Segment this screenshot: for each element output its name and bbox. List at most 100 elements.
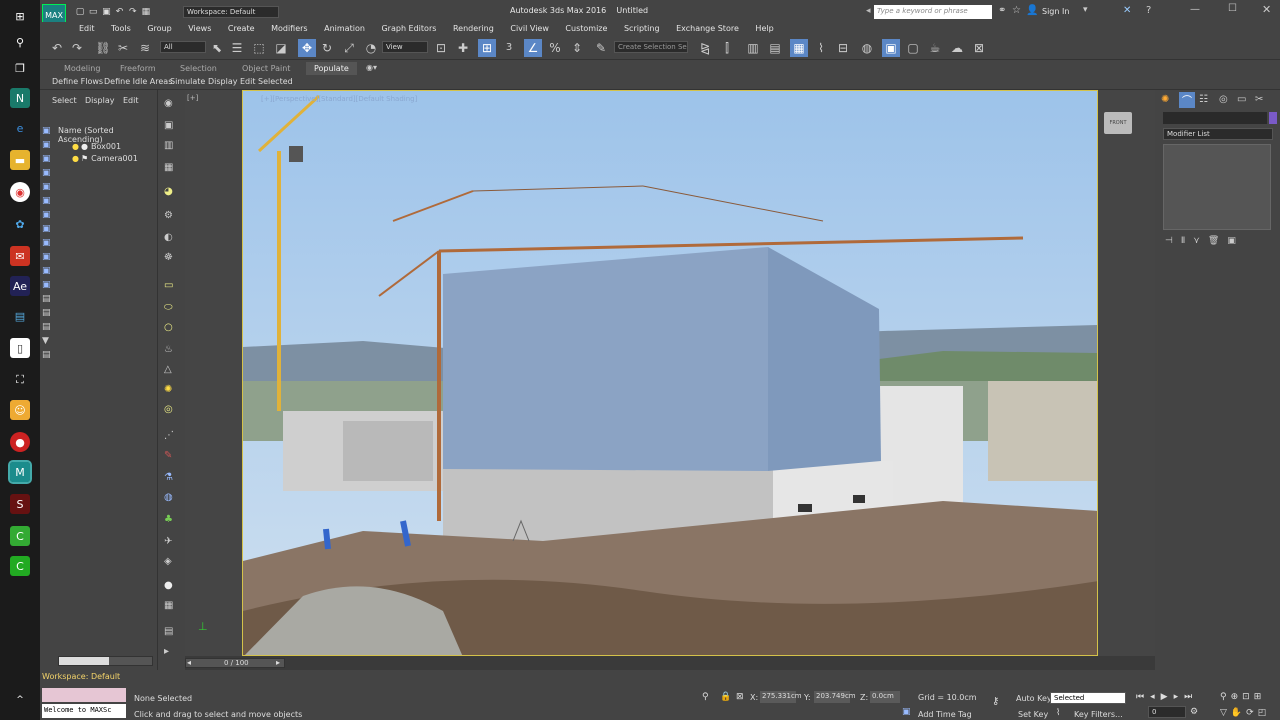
menu-graph-editors[interactable]: Graph Editors [381,22,436,36]
time-slider-next-icon[interactable]: ▸ [276,658,280,667]
pivot-center-icon[interactable]: ⊡ [432,39,450,57]
layout-tab-icon-13[interactable]: △ [164,364,172,375]
lights-filter-icon[interactable]: ▣ [42,196,56,210]
redo-icon[interactable]: ↷ [128,7,138,17]
object-color-swatch[interactable] [1269,112,1277,124]
motion-tab-icon[interactable]: ◎ [1219,94,1228,105]
after-effects-icon[interactable]: Ae [10,276,30,296]
display-invert-icon[interactable]: ▣ [42,154,56,168]
go-to-start-icon[interactable]: ⏮ [1136,692,1150,702]
utilities-tab-icon[interactable]: ✂ [1255,94,1263,105]
geometry-filter-icon[interactable]: ▣ [42,168,56,182]
x-coordinate-field[interactable]: 275.331cm [760,691,802,703]
perspective-viewport[interactable]: [+][Perspective][Standard][Default Shadi… [242,90,1098,656]
binoculars-icon[interactable]: ⚭ [998,5,1006,16]
schematic-view-icon[interactable]: ⊟ [834,39,852,57]
viewport-label-menu[interactable]: [+] [187,94,198,102]
spinner-snap-icon[interactable]: ⇕ [568,39,586,57]
camtasia-icon-2[interactable]: C [10,556,30,576]
simulate-button[interactable]: Simulate [170,77,205,86]
menu-edit[interactable]: Edit [79,22,95,36]
app-icon-3[interactable]: ✉ [10,246,30,266]
ribbon-options-icon[interactable]: ◉▾ [366,63,377,72]
chrome-icon[interactable]: ◉ [10,182,30,202]
help-icon[interactable]: ? [1146,5,1151,16]
save-file-icon[interactable]: ▣ [101,7,111,17]
project-folder-icon[interactable]: ▦ [141,7,151,17]
bones-filter-icon[interactable]: ▣ [42,280,56,294]
undo-icon[interactable]: ↶ [115,7,125,17]
named-selection-set-dropdown[interactable]: Create Selection Se [614,41,688,53]
pan-icon[interactable]: ✋ [1231,708,1246,718]
app-icon-8[interactable]: S [10,494,30,514]
layout-tab-icon-4[interactable]: ▦ [164,162,173,173]
ribbon-tab-freeform[interactable]: Freeform [120,64,156,73]
z-coordinate-field[interactable]: 0.0cm [870,691,900,703]
menu-exchange-store[interactable]: Exchange Store [676,22,739,36]
edit-named-selections-icon[interactable]: ✎ [592,39,610,57]
place-icon[interactable]: ◔ [362,39,380,57]
auto-key-button[interactable]: Auto Key [1016,694,1052,703]
maximize-icon[interactable]: ☐ [1228,3,1237,14]
xrefs-filter-icon[interactable]: ▣ [42,266,56,280]
pin-stack-icon[interactable]: ⊣ [1165,236,1181,246]
select-move-icon[interactable]: ✥ [298,39,316,57]
select-by-name-icon[interactable]: ☰ [228,39,246,57]
task-view-icon[interactable]: ❐ [10,58,30,78]
scene-list-item[interactable]: ● ⚑ Camera001 [58,152,155,164]
undo-scene-icon[interactable]: ↶ [48,39,66,57]
modifier-list-dropdown[interactable]: Modifier List [1163,128,1273,140]
app-icon-5[interactable]: ⛶ [10,370,30,390]
menu-scripting[interactable]: Scripting [624,22,660,36]
open-file-icon[interactable]: ▭ [88,7,98,17]
material-editor-icon[interactable]: ◍ [858,39,876,57]
layout-tab-icon-1[interactable]: ◉ [164,98,173,109]
set-key-button[interactable]: Set Key [1018,710,1048,719]
menu-views[interactable]: Views [188,22,211,36]
frozen-filter-icon[interactable]: ▤ [42,308,56,322]
zoom-all-icon[interactable]: ⊕ [1231,692,1243,702]
select-manipulate-icon[interactable]: ✚ [454,39,472,57]
show-end-result-icon[interactable]: Ⅱ [1181,236,1193,246]
hierarchy-tab-icon[interactable]: ☷ [1199,94,1208,105]
user-icon[interactable]: 👤 [1026,5,1038,16]
chevron-left-icon[interactable]: ◂ [866,6,871,16]
scrollbar-thumb[interactable] [59,657,109,665]
isolate-selection-icon[interactable]: ⚲ [702,692,709,702]
document-icon[interactable]: ▯ [10,338,30,358]
absolute-mode-icon[interactable]: ⊠ [736,692,744,702]
define-flows-button[interactable]: Define Flows [52,77,103,86]
layout-tab-icon-16[interactable]: ⋰ [164,430,174,441]
zoom-icon[interactable]: ⚲ [1220,692,1231,702]
viewcube-icon[interactable]: FRONT [1104,112,1132,134]
scene-explorer-toggle-icon[interactable]: ▦ [790,39,808,57]
ribbon-tab-object-paint[interactable]: Object Paint [242,64,290,73]
key-mode-dropdown[interactable]: Selected [1050,692,1126,704]
menu-create[interactable]: Create [228,22,255,36]
ribbon-tab-selection[interactable]: Selection [180,64,217,73]
select-rotate-icon[interactable]: ↻ [318,39,336,57]
keyword-search-input[interactable]: Type a keyword or phrase [874,5,992,19]
field-of-view-icon[interactable]: ▽ [1220,708,1231,718]
space-warps-filter-icon[interactable]: ▣ [42,238,56,252]
select-scale-icon[interactable]: ⤢ [340,39,358,57]
close-icon[interactable]: ✕ [1262,3,1271,16]
go-to-end-icon[interactable]: ⏭ [1184,692,1198,702]
redo-scene-icon[interactable]: ↷ [68,39,86,57]
key-filter-icon[interactable]: ⌇ [1056,708,1060,718]
time-configuration-icon[interactable]: ⚙ [1190,707,1198,717]
align-icon[interactable]: ⫿ [718,39,736,57]
zoom-extents-icon[interactable]: ⊡ [1242,692,1254,702]
time-tag-icon[interactable]: ▣ [902,707,911,717]
current-frame-field[interactable]: 0 [1148,706,1186,718]
app-icon-1[interactable]: N [10,88,30,108]
display-button[interactable]: Display [208,77,238,86]
zoom-extents-all-icon[interactable]: ⊞ [1254,692,1266,702]
scene-tab-display[interactable]: Display [85,96,115,105]
object-name-field[interactable] [1163,112,1267,124]
selection-filter-dropdown[interactable]: All [160,41,206,53]
menu-animation[interactable]: Animation [324,22,365,36]
windows-start-icon[interactable]: ⊞ [10,6,30,26]
layout-tab-icon-18[interactable]: ⚗ [164,472,173,483]
layout-tab-icon-22[interactable]: ◈ [164,556,172,567]
